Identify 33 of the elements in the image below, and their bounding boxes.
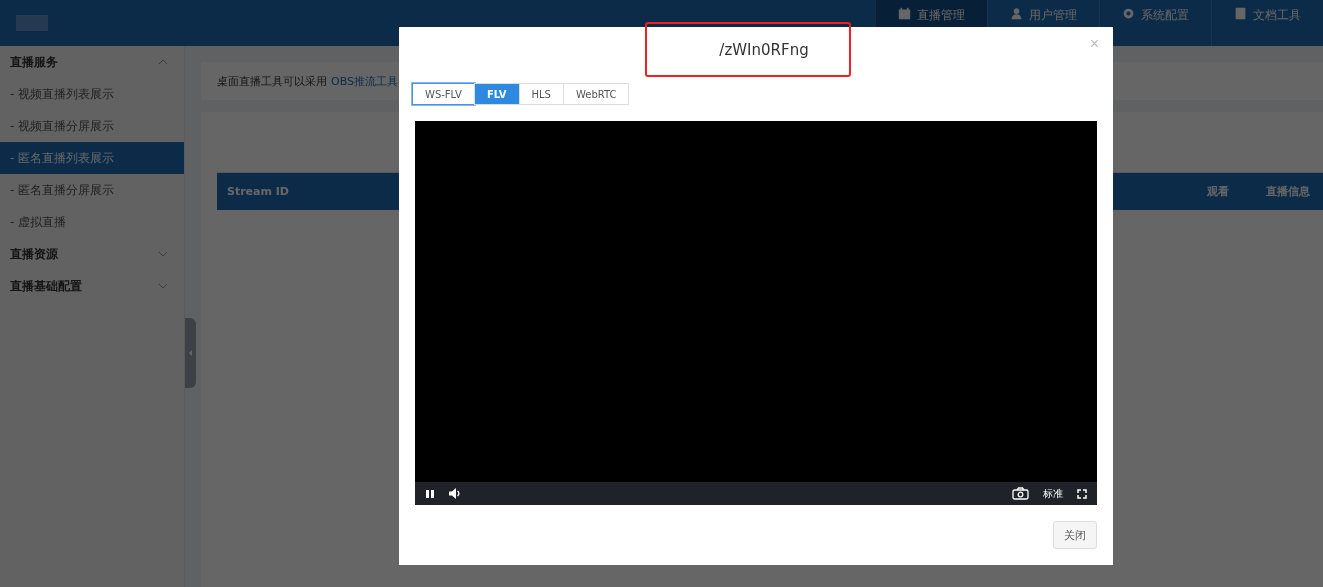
menu-group[interactable]: 直播基础配置 bbox=[0, 270, 184, 302]
book-icon bbox=[1234, 7, 1247, 20]
close-dialog-button[interactable]: 关闭 bbox=[1053, 521, 1097, 549]
volume-icon[interactable] bbox=[449, 488, 461, 499]
obs-link[interactable]: OBS推流工具 bbox=[331, 73, 398, 89]
collapse-handle[interactable] bbox=[185, 318, 196, 388]
menu-item[interactable]: - 视频直播列表展示 bbox=[0, 78, 184, 110]
dialog-title: /zWIn0RFng bbox=[719, 41, 809, 59]
settings-icon bbox=[1122, 7, 1135, 20]
chevron-up-icon bbox=[158, 59, 168, 65]
chevron-down-icon bbox=[158, 283, 168, 289]
column-header: Stream ID bbox=[227, 185, 289, 198]
menu-group[interactable]: 直播资源 bbox=[0, 238, 184, 270]
format-tab[interactable]: WS-FLV bbox=[412, 83, 475, 105]
format-tab[interactable]: FLV bbox=[473, 83, 520, 105]
format-tab[interactable]: HLS bbox=[518, 83, 564, 105]
menu-item[interactable]: - 匿名直播列表展示 bbox=[0, 142, 184, 174]
column-header: 直播信息 bbox=[1265, 184, 1311, 199]
menu-group[interactable]: 直播服务 bbox=[0, 46, 184, 78]
logo bbox=[16, 15, 48, 31]
column-header: 观看 bbox=[1206, 184, 1230, 199]
format-tab[interactable]: WebRTC bbox=[562, 83, 630, 105]
quality-selector[interactable]: 标准 bbox=[1043, 486, 1063, 501]
camera-icon[interactable] bbox=[1012, 487, 1029, 500]
nav-item[interactable]: 文档工具 bbox=[1211, 0, 1323, 46]
menu-item[interactable]: - 视频直播分屏展示 bbox=[0, 110, 184, 142]
notice-text: 桌面直播工具可以采用 bbox=[217, 73, 327, 89]
fullscreen-icon[interactable] bbox=[1077, 488, 1087, 499]
pause-icon[interactable] bbox=[425, 488, 435, 499]
menu-item[interactable]: - 匿名直播分屏展示 bbox=[0, 174, 184, 206]
user-icon bbox=[1010, 7, 1023, 20]
calendar-icon bbox=[898, 7, 911, 20]
chevron-down-icon bbox=[158, 251, 168, 257]
